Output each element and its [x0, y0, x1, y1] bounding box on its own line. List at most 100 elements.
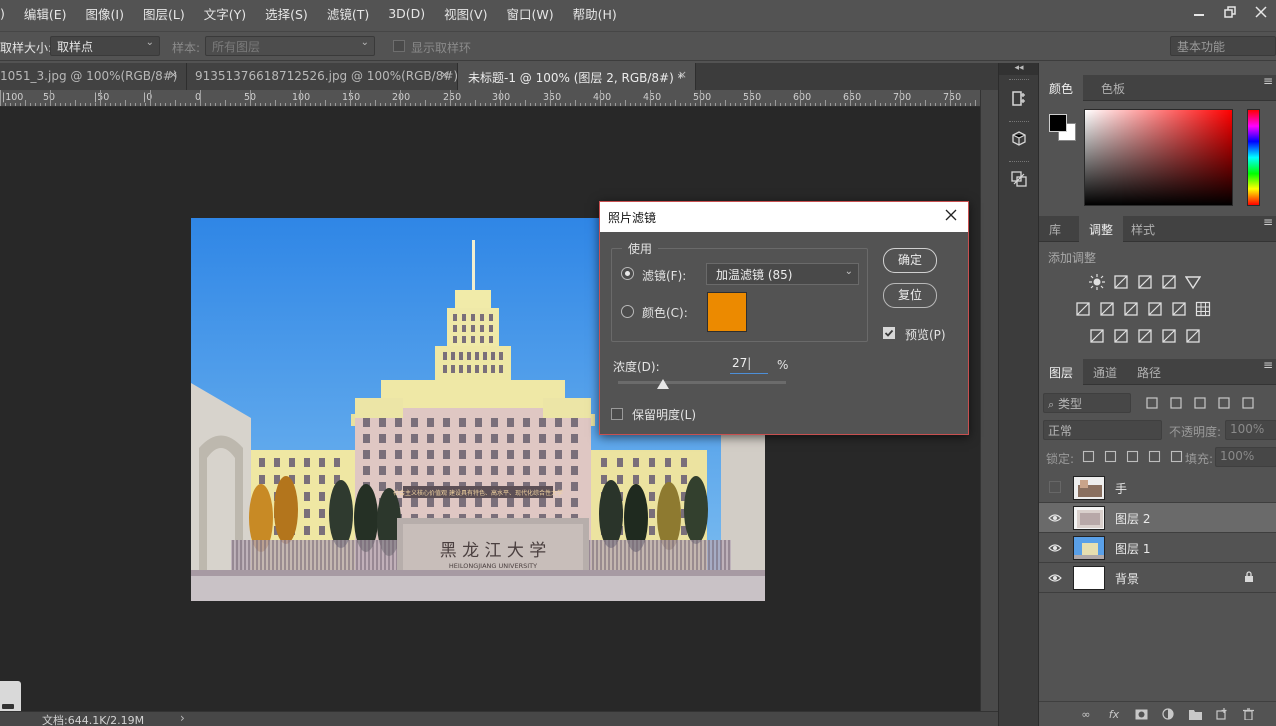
density-input[interactable]: 27| [730, 356, 768, 374]
reset-button[interactable]: 复位 [883, 283, 937, 308]
menu-type[interactable]: 文字(Y) [194, 4, 255, 23]
collapse-icon[interactable]: ◂◂ [999, 63, 1039, 75]
type-filter-icon[interactable] [1193, 396, 1209, 412]
menu-view[interactable]: 视图(V) [434, 4, 496, 23]
show-ring-checkbox[interactable] [393, 40, 405, 52]
threshold-icon[interactable] [1137, 328, 1153, 344]
filter-color-swatch[interactable] [707, 292, 747, 332]
tab-color[interactable]: 颜色 [1039, 75, 1084, 101]
visibility-toggle[interactable] [1049, 481, 1061, 493]
link-icon[interactable]: ∞ [1079, 707, 1093, 721]
tab-paths[interactable]: 路径 [1127, 359, 1171, 385]
filter-radio[interactable] [621, 267, 634, 280]
shape-filter-icon[interactable] [1217, 396, 1233, 412]
channel-mixer-icon[interactable] [1171, 301, 1187, 317]
tab-doc-1[interactable]: 1051_3.jpg @ 100%(RGB/8#) × [0, 63, 187, 90]
invert-icon[interactable] [1089, 328, 1105, 344]
photo-filter-icon[interactable] [1147, 301, 1163, 317]
lock-all-icon[interactable] [1170, 450, 1186, 466]
tab-styles[interactable]: 样式 [1121, 216, 1165, 242]
density-slider-thumb[interactable] [657, 379, 670, 389]
close-icon[interactable] [1245, 0, 1276, 24]
preview-checkbox[interactable] [883, 327, 895, 339]
menu-edit[interactable]: 编辑(E) [14, 4, 76, 23]
panel-menu-icon[interactable]: ≡ [1263, 216, 1273, 228]
new-layer-icon[interactable] [1215, 707, 1229, 721]
folder-icon[interactable] [1188, 707, 1202, 721]
sample-select[interactable]: 所有图层 ⌄ [205, 36, 375, 56]
menu-layer[interactable]: 图层(L) [133, 4, 194, 23]
posterize-icon[interactable] [1113, 328, 1129, 344]
eye-icon[interactable] [1048, 542, 1062, 554]
selective-color-icon[interactable] [1185, 328, 1201, 344]
tab-layers[interactable]: 图层 [1039, 359, 1084, 385]
panel-menu-icon[interactable]: ≡ [1263, 75, 1273, 87]
adjustment-filter-icon[interactable] [1169, 396, 1185, 412]
menu-filter[interactable]: 滤镜(T) [317, 4, 378, 23]
close-icon[interactable] [942, 206, 960, 224]
vibrance-icon[interactable] [1184, 274, 1202, 290]
black-white-icon[interactable] [1123, 301, 1139, 317]
lock-paint-icon[interactable] [1104, 450, 1120, 466]
tab-libraries[interactable]: 库 [1039, 216, 1071, 242]
layer-row-layer1[interactable]: 图层 1 [1039, 533, 1276, 563]
panel-menu-icon[interactable]: ≡ [1263, 359, 1273, 371]
trash-icon[interactable] [1241, 707, 1255, 721]
sample-size-select[interactable]: 取样点 ⌄ [50, 36, 160, 56]
menu-select[interactable]: 选择(S) [255, 4, 317, 23]
restore-icon[interactable] [1214, 0, 1245, 24]
adjustment-layer-icon[interactable] [1161, 707, 1175, 721]
history-icon[interactable] [1003, 83, 1035, 115]
color-field[interactable] [1084, 109, 1233, 206]
menu-window[interactable]: 窗口(W) [496, 4, 562, 23]
layer-row-layer2[interactable]: 图层 2 [1039, 503, 1276, 533]
color-radio[interactable] [621, 305, 634, 318]
eye-icon[interactable] [1048, 512, 1062, 524]
fx-icon[interactable]: fx [1107, 707, 1121, 721]
brightness-icon[interactable] [1089, 274, 1105, 290]
menu-help[interactable]: 帮助(H) [563, 4, 626, 23]
gradient-map-icon[interactable] [1161, 328, 1177, 344]
menu-partial[interactable]: ) [0, 6, 14, 21]
3d-cube-icon[interactable] [1003, 123, 1035, 155]
tab-swatches[interactable]: 色板 [1091, 75, 1135, 101]
close-icon[interactable]: × [169, 68, 178, 81]
hue-slider[interactable] [1247, 109, 1260, 206]
density-slider-track[interactable] [618, 381, 786, 384]
tab-adjustments[interactable]: 调整 [1079, 216, 1124, 242]
eye-icon[interactable] [1048, 572, 1062, 584]
foreground-color-swatch[interactable] [1049, 114, 1067, 132]
close-icon[interactable]: × [678, 68, 687, 81]
color-lookup-icon[interactable] [1195, 301, 1211, 317]
fill-input[interactable]: 100% [1215, 447, 1276, 467]
levels-icon[interactable] [1113, 274, 1129, 290]
exposure-icon[interactable] [1161, 274, 1177, 290]
color-balance-icon[interactable] [1099, 301, 1115, 317]
menu-3d[interactable]: 3D(D) [378, 6, 434, 21]
properties-icon[interactable] [1003, 163, 1035, 195]
workspace-select[interactable]: 基本功能 [1170, 36, 1276, 56]
minimize-icon[interactable] [1183, 0, 1214, 24]
tab-doc-2[interactable]: 91351376618712526.jpg @ 100%(RGB/8#) × [187, 63, 458, 90]
ok-button[interactable]: 确定 [883, 248, 937, 273]
curves-icon[interactable] [1137, 274, 1153, 290]
blend-mode-select[interactable]: 正常 [1043, 420, 1162, 440]
dialog-titlebar[interactable]: 照片滤镜 [600, 202, 968, 232]
status-arrow-icon[interactable]: › [180, 711, 185, 725]
tab-doc-3[interactable]: 未标题-1 @ 100% (图层 2, RGB/8#) * × [458, 63, 696, 90]
layer-row-background[interactable]: 背景 [1039, 563, 1276, 593]
hue-saturation-icon[interactable] [1075, 301, 1091, 317]
tab-channels[interactable]: 通道 [1083, 359, 1127, 385]
menu-image[interactable]: 图像(I) [76, 4, 133, 23]
preserve-luminosity-checkbox[interactable] [611, 408, 623, 420]
image-filter-icon[interactable] [1145, 396, 1161, 412]
layer-filter-select[interactable]: ⌕ 类型 [1043, 393, 1131, 413]
filter-select[interactable]: 加温滤镜 (85) ⌄ [706, 263, 859, 285]
mask-icon[interactable] [1134, 707, 1148, 721]
opacity-input[interactable]: 100% [1225, 420, 1276, 440]
close-icon[interactable]: × [440, 68, 449, 81]
smart-filter-icon[interactable] [1241, 396, 1257, 412]
lock-transparent-icon[interactable] [1082, 450, 1098, 466]
vertical-scrollbar[interactable] [980, 90, 998, 711]
layer-row-hand[interactable]: 手 [1039, 473, 1276, 503]
